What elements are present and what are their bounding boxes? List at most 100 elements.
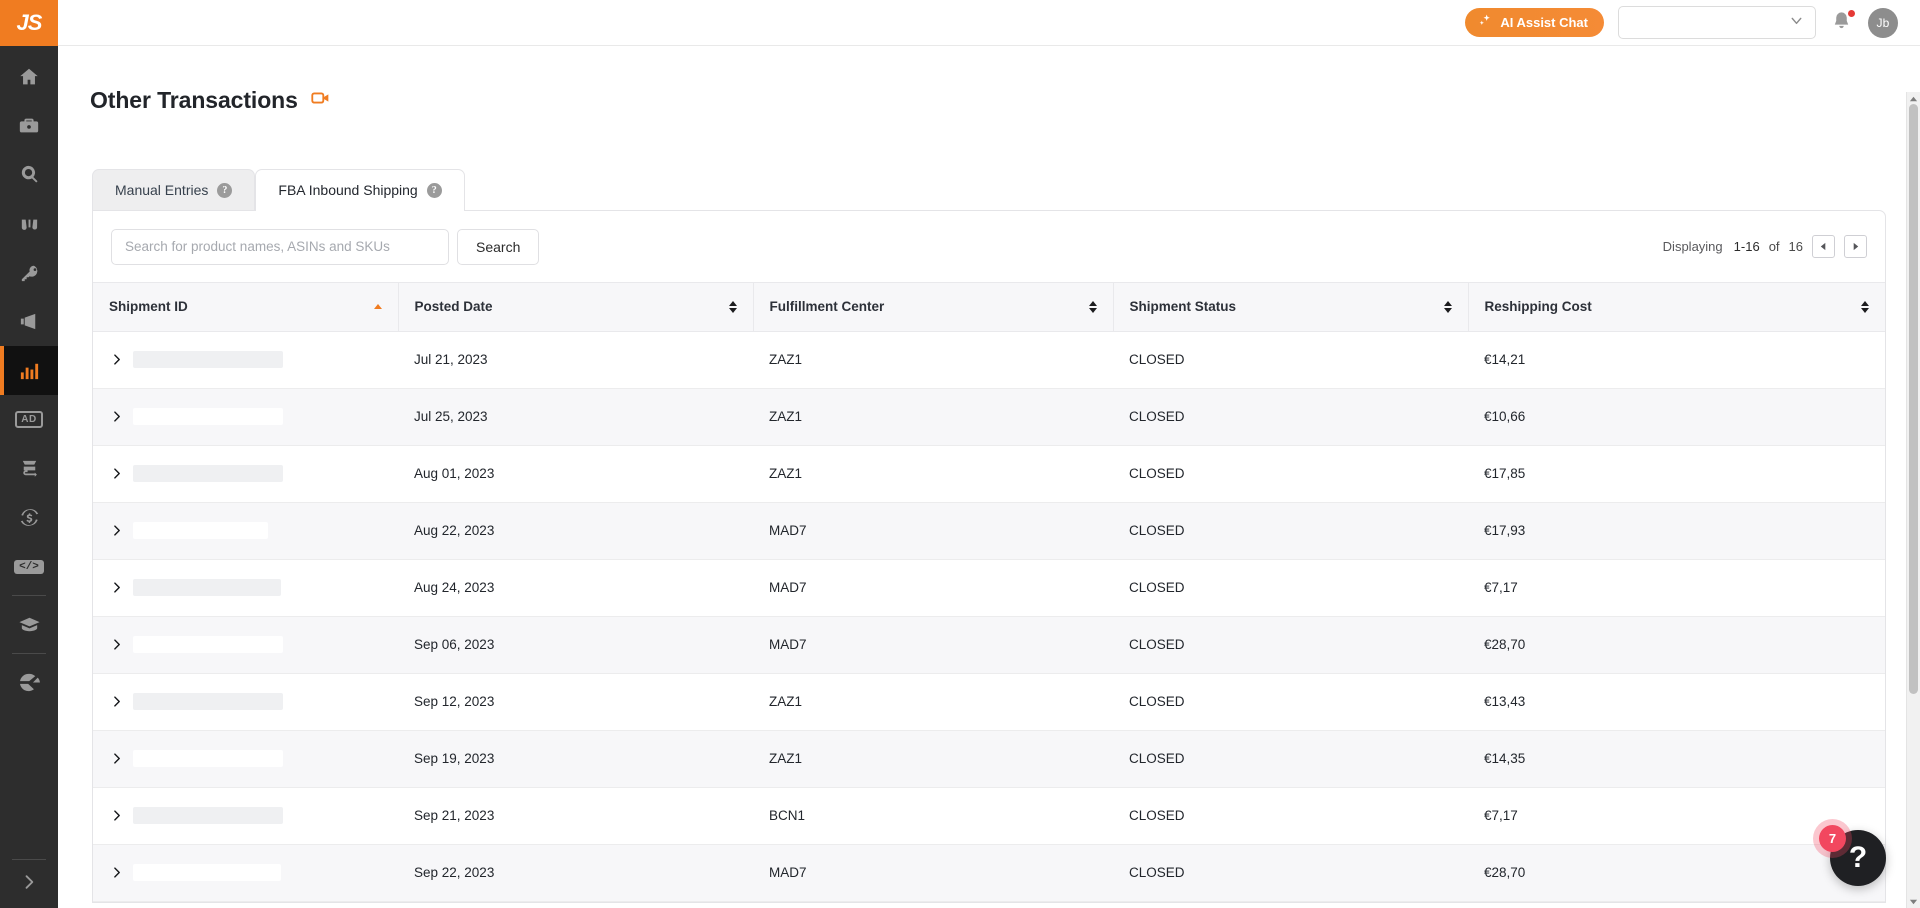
sidebar-item-developer[interactable]: </> xyxy=(0,542,58,591)
sidebar-item-marketing[interactable] xyxy=(0,297,58,346)
main-sidebar: JS AD </> xyxy=(0,0,58,908)
table-row[interactable]: Jul 21, 2023 ZAZ1 CLOSED €14,21 xyxy=(93,331,1885,389)
question-mark-icon[interactable]: ? xyxy=(426,182,442,198)
briefcase-icon xyxy=(18,115,40,137)
cell-posted-date: Sep 21, 2023 xyxy=(398,787,753,845)
table-row[interactable]: Aug 24, 2023 MAD7 CLOSED €7,17 xyxy=(93,559,1885,617)
cell-reshipping-cost: €13,43 xyxy=(1468,673,1885,731)
column-header-posted-date-label: Posted Date xyxy=(414,299,493,315)
cell-fulfillment-center: ZAZ1 xyxy=(753,388,1113,446)
expand-row-chevron-icon[interactable] xyxy=(109,809,123,823)
table-row[interactable]: Sep 06, 2023 MAD7 CLOSED €28,70 xyxy=(93,616,1885,674)
sidebar-divider-2 xyxy=(12,653,46,654)
tab-fba-inbound-shipping[interactable]: FBA Inbound Shipping ? xyxy=(255,168,465,211)
table-body: Jul 21, 2023 ZAZ1 CLOSED €14,21 Jul 25, 2023… xyxy=(93,331,1885,902)
table-row[interactable]: Aug 01, 2023 ZAZ1 CLOSED €17,85 xyxy=(93,445,1885,503)
expand-row-chevron-icon[interactable] xyxy=(109,524,123,538)
chevron-down-icon xyxy=(1788,12,1805,34)
video-camera-icon[interactable] xyxy=(310,87,332,114)
table-row[interactable]: Jul 25, 2023 ZAZ1 CLOSED €10,66 xyxy=(93,388,1885,446)
expand-row-chevron-icon[interactable] xyxy=(109,410,123,424)
sidebar-item-home[interactable] xyxy=(0,52,58,101)
column-header-reshipping-cost-label: Reshipping Cost xyxy=(1484,299,1592,315)
pagination-prev-button[interactable] xyxy=(1812,235,1835,259)
table-row[interactable]: Sep 12, 2023 ZAZ1 CLOSED €13,43 xyxy=(93,673,1885,731)
cell-shipment-id xyxy=(93,616,398,674)
cell-fulfillment-center: MAD7 xyxy=(753,559,1113,617)
shipment-id-value xyxy=(133,693,283,711)
cell-posted-date: Sep 19, 2023 xyxy=(398,730,753,788)
cell-reshipping-cost: €28,70 xyxy=(1468,844,1885,902)
column-header-reshipping-cost[interactable]: Reshipping Cost xyxy=(1468,281,1885,332)
column-header-shipment-status[interactable]: Shipment Status xyxy=(1113,281,1469,332)
sidebar-item-advertising[interactable]: AD xyxy=(0,395,58,444)
cell-shipment-status: CLOSED xyxy=(1113,673,1468,731)
shipment-id-value xyxy=(133,408,283,426)
scroll-down-arrow-icon[interactable] xyxy=(1907,894,1920,908)
column-header-fulfillment-center[interactable]: Fulfillment Center xyxy=(753,281,1114,332)
pagination-next-button[interactable] xyxy=(1844,235,1867,259)
table-row[interactable]: Sep 22, 2023 MAD7 CLOSED €28,70 xyxy=(93,844,1885,902)
tab-manual-entries[interactable]: Manual Entries ? xyxy=(92,168,256,211)
bar-chart-icon xyxy=(18,359,41,382)
shipment-id-value xyxy=(133,750,283,768)
sidebar-expand-button[interactable] xyxy=(0,860,58,908)
sidebar-item-rank[interactable] xyxy=(0,248,58,297)
graduation-icon xyxy=(18,613,41,636)
sidebar-item-partners[interactable] xyxy=(0,658,58,707)
page-title: Other Transactions xyxy=(90,87,298,114)
expand-row-chevron-icon[interactable] xyxy=(109,866,123,880)
app-logo[interactable]: JS xyxy=(0,0,58,46)
cell-shipment-id xyxy=(93,673,398,731)
app-root: JS AD </> AI Assist Chat Jb Other Transa… xyxy=(0,0,1920,908)
avatar[interactable]: Jb xyxy=(1868,7,1898,38)
triangle-right-icon xyxy=(1851,239,1860,254)
sort-icon xyxy=(1861,300,1869,313)
refund-icon xyxy=(18,506,41,529)
sidebar-item-analytics[interactable] xyxy=(0,346,58,395)
page-body: Other Transactions Manual Entries ? FBA … xyxy=(58,46,1920,908)
scrollbar-thumb[interactable] xyxy=(1909,104,1918,694)
column-header-shipment-status-label: Shipment Status xyxy=(1129,299,1237,315)
column-header-shipment-id[interactable]: Shipment ID xyxy=(93,281,399,332)
expand-row-chevron-icon[interactable] xyxy=(109,353,123,367)
page-scrollbar[interactable] xyxy=(1906,92,1920,908)
marketplace-select[interactable] xyxy=(1618,6,1816,39)
notifications-button[interactable] xyxy=(1830,8,1856,36)
shipment-id-value xyxy=(133,465,283,483)
search-button[interactable]: Search xyxy=(457,228,540,265)
cell-posted-date: Sep 12, 2023 xyxy=(398,673,753,731)
expand-row-chevron-icon[interactable] xyxy=(109,638,123,652)
table-row[interactable]: Aug 22, 2023 MAD7 CLOSED €17,93 xyxy=(93,502,1885,560)
shipment-id-value xyxy=(133,636,283,654)
cell-posted-date: Jul 25, 2023 xyxy=(398,388,753,446)
sidebar-item-opportunity[interactable] xyxy=(0,101,58,150)
cell-fulfillment-center: MAD7 xyxy=(753,844,1113,902)
table-row[interactable]: Sep 21, 2023 BCN1 CLOSED €7,17 xyxy=(93,787,1885,845)
search-input[interactable] xyxy=(111,228,449,265)
expand-row-chevron-icon[interactable] xyxy=(109,695,123,709)
sidebar-item-academy[interactable] xyxy=(0,600,58,649)
cell-reshipping-cost: €17,85 xyxy=(1468,445,1885,503)
megaphone-icon xyxy=(18,310,41,333)
sidebar-item-research[interactable] xyxy=(0,150,58,199)
ai-assist-chat-button[interactable]: AI Assist Chat xyxy=(1465,8,1604,37)
expand-row-chevron-icon[interactable] xyxy=(109,581,123,595)
column-header-fulfillment-center-label: Fulfillment Center xyxy=(769,299,885,315)
cell-fulfillment-center: BCN1 xyxy=(753,787,1113,845)
binoculars-icon xyxy=(18,212,41,235)
cell-shipment-status: CLOSED xyxy=(1113,331,1468,389)
pagination-of-label: of xyxy=(1768,239,1780,255)
table-row[interactable]: Sep 19, 2023 ZAZ1 CLOSED €14,35 xyxy=(93,730,1885,788)
question-mark-icon[interactable]: ? xyxy=(217,182,233,198)
cell-shipment-id xyxy=(93,388,398,446)
sidebar-item-refunds[interactable] xyxy=(0,493,58,542)
cell-fulfillment-center: ZAZ1 xyxy=(753,331,1113,389)
expand-row-chevron-icon[interactable] xyxy=(109,467,123,481)
column-header-posted-date[interactable]: Posted Date xyxy=(398,281,754,332)
sidebar-item-inventory[interactable] xyxy=(0,444,58,493)
cell-shipment-status: CLOSED xyxy=(1113,616,1468,674)
expand-row-chevron-icon[interactable] xyxy=(109,752,123,766)
sidebar-divider-1 xyxy=(12,595,46,596)
sidebar-item-keywords[interactable] xyxy=(0,199,58,248)
